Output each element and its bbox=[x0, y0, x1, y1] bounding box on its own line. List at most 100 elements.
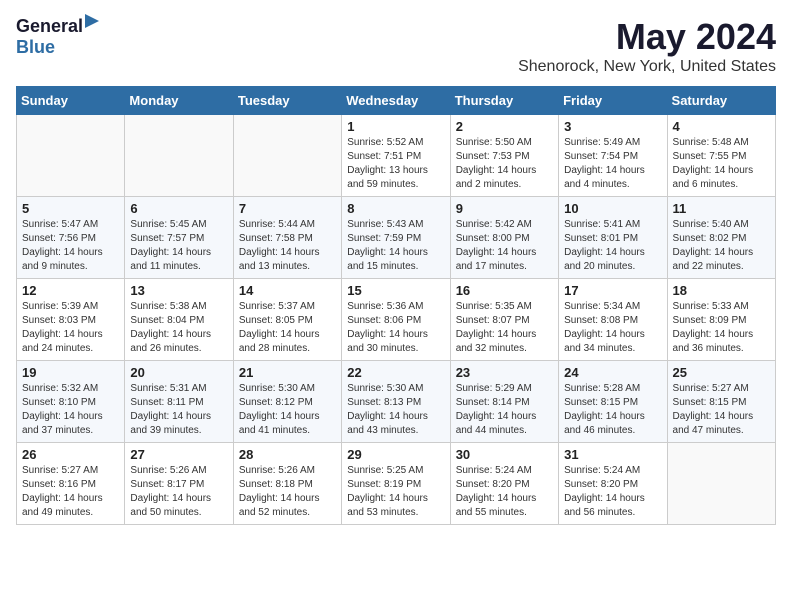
table-row: 15Sunrise: 5:36 AMSunset: 8:06 PMDayligh… bbox=[342, 279, 450, 361]
day-info: Sunrise: 5:49 AMSunset: 7:54 PMDaylight:… bbox=[564, 136, 661, 192]
table-row: 4 Sunrise: 5:48 AMSunset: 7:55 PMDaylight… bbox=[667, 115, 775, 197]
table-row: 27Sunrise: 5:26 AMSunset: 8:17 PMDayligh… bbox=[125, 443, 233, 525]
day-number: 11 bbox=[673, 201, 770, 216]
table-row: 19 Sunrise: 5:32 AMSunset: 8:10 PMDayligh… bbox=[17, 361, 125, 443]
header-saturday: Saturday bbox=[667, 87, 775, 115]
day-info: Sunrise: 5:27 AMSunset: 8:16 PMDaylight:… bbox=[22, 464, 119, 520]
day-number: 10 bbox=[564, 201, 661, 216]
day-number: 29 bbox=[347, 447, 444, 462]
table-row: 3 Sunrise: 5:49 AMSunset: 7:54 PMDaylight… bbox=[559, 115, 667, 197]
day-info: Sunrise: 5:44 AMSunset: 7:58 PMDaylight:… bbox=[239, 218, 336, 274]
header-thursday: Thursday bbox=[450, 87, 558, 115]
day-info: Sunrise: 5:24 AMSunset: 8:20 PMDaylight:… bbox=[456, 464, 553, 520]
calendar-table: Sunday Monday Tuesday Wednesday Thursday… bbox=[16, 86, 776, 525]
day-info: Sunrise: 5:50 AMSunset: 7:53 PMDaylight:… bbox=[456, 136, 553, 192]
table-row bbox=[17, 115, 125, 197]
calendar-header-row: Sunday Monday Tuesday Wednesday Thursday… bbox=[17, 87, 776, 115]
day-info: Sunrise: 5:47 AMSunset: 7:56 PMDaylight:… bbox=[22, 218, 119, 274]
header-sunday: Sunday bbox=[17, 87, 125, 115]
day-info: Sunrise: 5:31 AMSunset: 8:11 PMDaylight:… bbox=[130, 382, 227, 438]
day-number: 20 bbox=[130, 365, 227, 380]
day-number: 16 bbox=[456, 283, 553, 298]
day-number: 6 bbox=[130, 201, 227, 216]
calendar-week-row: 5 Sunrise: 5:47 AMSunset: 7:56 PMDaylight… bbox=[17, 197, 776, 279]
table-row: 10 Sunrise: 5:41 AMSunset: 8:01 PMDayligh… bbox=[559, 197, 667, 279]
day-number: 12 bbox=[22, 283, 119, 298]
day-info: Sunrise: 5:30 AMSunset: 8:12 PMDaylight:… bbox=[239, 382, 336, 438]
table-row bbox=[125, 115, 233, 197]
day-info: Sunrise: 5:27 AMSunset: 8:15 PMDaylight:… bbox=[673, 382, 770, 438]
day-number: 30 bbox=[456, 447, 553, 462]
day-number: 13 bbox=[130, 283, 227, 298]
day-number: 24 bbox=[564, 365, 661, 380]
calendar-week-row: 26 Sunrise: 5:27 AMSunset: 8:16 PMDayligh… bbox=[17, 443, 776, 525]
table-row: 6 Sunrise: 5:45 AMSunset: 7:57 PMDaylight… bbox=[125, 197, 233, 279]
day-number: 3 bbox=[564, 119, 661, 134]
header-monday: Monday bbox=[125, 87, 233, 115]
day-info: Sunrise: 5:39 AMSunset: 8:03 PMDaylight:… bbox=[22, 300, 119, 356]
day-info: Sunrise: 5:25 AMSunset: 8:19 PMDaylight:… bbox=[347, 464, 444, 520]
day-info: Sunrise: 5:37 AMSunset: 8:05 PMDaylight:… bbox=[239, 300, 336, 356]
day-info: Sunrise: 5:48 AMSunset: 7:55 PMDaylight:… bbox=[673, 136, 770, 192]
subtitle: Shenorock, New York, United States bbox=[518, 58, 776, 76]
day-number: 27 bbox=[130, 447, 227, 462]
day-info: Sunrise: 5:29 AMSunset: 8:14 PMDaylight:… bbox=[456, 382, 553, 438]
day-number: 2 bbox=[456, 119, 553, 134]
table-row: 1 Sunrise: 5:52 AMSunset: 7:51 PMDaylight… bbox=[342, 115, 450, 197]
day-number: 26 bbox=[22, 447, 119, 462]
day-info: Sunrise: 5:40 AMSunset: 8:02 PMDaylight:… bbox=[673, 218, 770, 274]
table-row: 18Sunrise: 5:33 AMSunset: 8:09 PMDayligh… bbox=[667, 279, 775, 361]
table-row: 16 Sunrise: 5:35 AMSunset: 8:07 PMDayligh… bbox=[450, 279, 558, 361]
table-row: 22 Sunrise: 5:30 AMSunset: 8:13 PMDayligh… bbox=[342, 361, 450, 443]
table-row: 30 Sunrise: 5:24 AMSunset: 8:20 PMDayligh… bbox=[450, 443, 558, 525]
day-info: Sunrise: 5:41 AMSunset: 8:01 PMDaylight:… bbox=[564, 218, 661, 274]
day-info: Sunrise: 5:26 AMSunset: 8:18 PMDaylight:… bbox=[239, 464, 336, 520]
day-number: 9 bbox=[456, 201, 553, 216]
main-title: May 2024 bbox=[518, 16, 776, 58]
day-number: 17 bbox=[564, 283, 661, 298]
table-row: 21 Sunrise: 5:30 AMSunset: 8:12 PMDayligh… bbox=[233, 361, 341, 443]
table-row: 9 Sunrise: 5:42 AMSunset: 8:00 PMDaylight… bbox=[450, 197, 558, 279]
table-row bbox=[667, 443, 775, 525]
calendar-week-row: 19 Sunrise: 5:32 AMSunset: 8:10 PMDayligh… bbox=[17, 361, 776, 443]
day-number: 21 bbox=[239, 365, 336, 380]
day-number: 1 bbox=[347, 119, 444, 134]
table-row: 8Sunrise: 5:43 AMSunset: 7:59 PMDaylight… bbox=[342, 197, 450, 279]
header-wednesday: Wednesday bbox=[342, 87, 450, 115]
calendar-week-row: 1 Sunrise: 5:52 AMSunset: 7:51 PMDaylight… bbox=[17, 115, 776, 197]
header-friday: Friday bbox=[559, 87, 667, 115]
table-row: 26 Sunrise: 5:27 AMSunset: 8:16 PMDayligh… bbox=[17, 443, 125, 525]
day-info: Sunrise: 5:24 AMSunset: 8:20 PMDaylight:… bbox=[564, 464, 661, 520]
table-row: 12 Sunrise: 5:39 AMSunset: 8:03 PMDayligh… bbox=[17, 279, 125, 361]
header-tuesday: Tuesday bbox=[233, 87, 341, 115]
day-info: Sunrise: 5:42 AMSunset: 8:00 PMDaylight:… bbox=[456, 218, 553, 274]
day-number: 18 bbox=[673, 283, 770, 298]
table-row: 2 Sunrise: 5:50 AMSunset: 7:53 PMDaylight… bbox=[450, 115, 558, 197]
logo: General Blue bbox=[16, 16, 83, 58]
table-row: 23Sunrise: 5:29 AMSunset: 8:14 PMDayligh… bbox=[450, 361, 558, 443]
table-row: 28Sunrise: 5:26 AMSunset: 8:18 PMDayligh… bbox=[233, 443, 341, 525]
day-number: 19 bbox=[22, 365, 119, 380]
day-info: Sunrise: 5:38 AMSunset: 8:04 PMDaylight:… bbox=[130, 300, 227, 356]
day-info: Sunrise: 5:36 AMSunset: 8:06 PMDaylight:… bbox=[347, 300, 444, 356]
day-info: Sunrise: 5:32 AMSunset: 8:10 PMDaylight:… bbox=[22, 382, 119, 438]
day-info: Sunrise: 5:45 AMSunset: 7:57 PMDaylight:… bbox=[130, 218, 227, 274]
day-number: 5 bbox=[22, 201, 119, 216]
day-info: Sunrise: 5:35 AMSunset: 8:07 PMDaylight:… bbox=[456, 300, 553, 356]
table-row: 24Sunrise: 5:28 AMSunset: 8:15 PMDayligh… bbox=[559, 361, 667, 443]
day-info: Sunrise: 5:43 AMSunset: 7:59 PMDaylight:… bbox=[347, 218, 444, 274]
day-info: Sunrise: 5:52 AMSunset: 7:51 PMDaylight:… bbox=[347, 136, 444, 192]
table-row: 25Sunrise: 5:27 AMSunset: 8:15 PMDayligh… bbox=[667, 361, 775, 443]
day-number: 22 bbox=[347, 365, 444, 380]
day-number: 4 bbox=[673, 119, 770, 134]
day-number: 14 bbox=[239, 283, 336, 298]
table-row: 20 Sunrise: 5:31 AMSunset: 8:11 PMDayligh… bbox=[125, 361, 233, 443]
table-row: 17Sunrise: 5:34 AMSunset: 8:08 PMDayligh… bbox=[559, 279, 667, 361]
table-row: 31Sunrise: 5:24 AMSunset: 8:20 PMDayligh… bbox=[559, 443, 667, 525]
table-row: 5 Sunrise: 5:47 AMSunset: 7:56 PMDaylight… bbox=[17, 197, 125, 279]
table-row: 29 Sunrise: 5:25 AMSunset: 8:19 PMDayligh… bbox=[342, 443, 450, 525]
page-header: General Blue May 2024 Shenorock, New Yor… bbox=[16, 16, 776, 76]
day-info: Sunrise: 5:30 AMSunset: 8:13 PMDaylight:… bbox=[347, 382, 444, 438]
table-row: 14 Sunrise: 5:37 AMSunset: 8:05 PMDayligh… bbox=[233, 279, 341, 361]
table-row bbox=[233, 115, 341, 197]
